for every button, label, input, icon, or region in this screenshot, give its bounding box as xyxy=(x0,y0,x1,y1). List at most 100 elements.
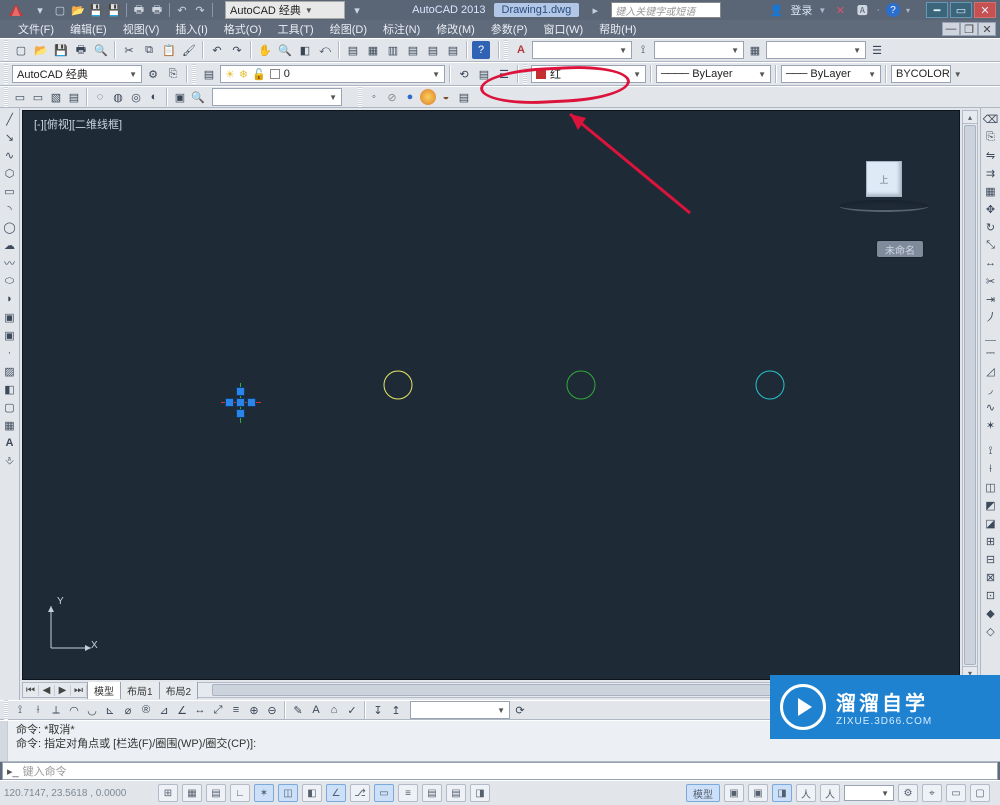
tb-props-icon[interactable]: ▤ xyxy=(344,41,362,59)
r2j-icon[interactable]: ◆ xyxy=(982,604,1000,622)
r2b-icon[interactable]: ⟊ xyxy=(982,460,1000,478)
mod-rotate-icon[interactable]: ↻ xyxy=(982,218,1000,236)
tb-preview-icon[interactable]: 🔍 xyxy=(92,41,110,59)
dim16-icon[interactable]: ✎ xyxy=(290,702,306,718)
r2f-icon[interactable]: ⊞ xyxy=(982,532,1000,550)
dim14-icon[interactable]: ⊕ xyxy=(246,702,262,718)
r2k-icon[interactable]: ◇ xyxy=(982,622,1000,640)
tool-ellarc-icon[interactable]: ◗ xyxy=(1,290,19,308)
dim5-icon[interactable]: ◡ xyxy=(84,702,100,718)
sb-dyn-icon[interactable]: ▭ xyxy=(374,784,394,802)
tb-undo-icon[interactable]: ↶ xyxy=(208,41,226,59)
linetype-dropdown[interactable]: ──── ByLayer ▼ xyxy=(656,65,771,83)
sb-r5-icon[interactable]: 人 xyxy=(820,784,840,802)
mod-explode-icon[interactable]: ✶ xyxy=(982,416,1000,434)
steering-wheel-chip[interactable]: 未命名 xyxy=(877,241,923,257)
sb-ducs-icon[interactable]: ⎇ xyxy=(350,784,370,802)
tool-circle-icon[interactable]: ◯ xyxy=(1,218,19,236)
mod-copy-icon[interactable]: ⎘ xyxy=(982,128,1000,146)
workspace-save-icon[interactable]: ⎘ xyxy=(164,65,182,83)
r2g-icon[interactable]: ⊟ xyxy=(982,550,1000,568)
tb-mlstyle-icon[interactable]: ☰ xyxy=(868,41,886,59)
v4-sun-icon[interactable]: ● xyxy=(420,89,436,105)
viewport-label[interactable]: [-][俯视][二维线框] xyxy=(31,115,125,133)
qat-plot-icon[interactable]: 🖶 xyxy=(131,2,147,18)
tb-match-icon[interactable]: 🖌 xyxy=(180,41,198,59)
annoscale-dropdown[interactable]: ▼ xyxy=(844,785,894,801)
sb-sc-icon[interactable]: ◨ xyxy=(470,784,490,802)
sb-r7-icon[interactable]: ⌖ xyxy=(922,784,942,802)
help-arrow[interactable]: ▾ xyxy=(906,6,910,15)
mod-move-icon[interactable]: ✥ xyxy=(982,200,1000,218)
tool-point-icon[interactable]: · xyxy=(1,344,19,362)
app-menu-arrow[interactable]: ▾ xyxy=(32,2,48,18)
menu-help[interactable]: 帮助(H) xyxy=(591,19,644,39)
dim12-icon[interactable]: ⤢ xyxy=(210,702,226,718)
menu-format[interactable]: 格式(O) xyxy=(216,19,270,39)
menu-modify[interactable]: 修改(M) xyxy=(428,19,483,39)
sb-otrack-icon[interactable]: ∠ xyxy=(326,784,346,802)
command-input[interactable]: ▸_键入命令 xyxy=(2,762,998,780)
tb-new-icon[interactable]: ▢ xyxy=(12,41,30,59)
tb-help-icon[interactable]: ? xyxy=(472,41,490,59)
textstyle-dropdown[interactable]: ▼ xyxy=(532,41,632,59)
viewcube[interactable]: 上 xyxy=(839,161,929,212)
dim18-icon[interactable]: ⌂ xyxy=(326,702,342,718)
mod-fillet-icon[interactable]: ◞ xyxy=(982,380,1000,398)
model-viewport[interactable]: [-][俯视][二维线框] 上 未命名 xyxy=(22,110,960,680)
v6-icon[interactable]: ▤ xyxy=(456,89,472,105)
sb-grid-icon[interactable]: ▤ xyxy=(206,784,226,802)
exchange-a-icon[interactable]: 🅰 xyxy=(854,2,870,18)
tool-line-icon[interactable]: ╱ xyxy=(1,110,19,128)
mod-join-icon[interactable]: ⎓ xyxy=(982,344,1000,362)
tb-paste-icon[interactable]: 📋 xyxy=(160,41,178,59)
qat-save-icon[interactable]: 💾 xyxy=(88,2,104,18)
lineweight-dropdown[interactable]: ─── ByLayer ▼ xyxy=(781,65,881,83)
workspace-bar-dropdown[interactable]: AutoCAD 经典▼ xyxy=(12,65,142,83)
layout1-tab[interactable]: 布局1 xyxy=(120,681,160,699)
dim2-icon[interactable]: ⟊ xyxy=(30,702,46,718)
sb-tpy-icon[interactable]: ▤ xyxy=(422,784,442,802)
signin-label[interactable]: 登录 xyxy=(790,2,812,18)
mdi-minimize-button[interactable]: — xyxy=(942,22,960,36)
u4-icon[interactable]: ▤ xyxy=(66,89,82,105)
menu-tools[interactable]: 工具(T) xyxy=(270,19,322,39)
u7-icon[interactable]: ◎ xyxy=(128,89,144,105)
layer-prev-icon[interactable]: ⟲ xyxy=(455,65,473,83)
u2-icon[interactable]: ▭ xyxy=(30,89,46,105)
autocad-logo[interactable] xyxy=(4,1,28,19)
menu-param[interactable]: 参数(P) xyxy=(483,19,536,39)
menu-draw[interactable]: 绘图(D) xyxy=(322,19,375,39)
window-minimize-button[interactable]: ━ xyxy=(926,2,948,18)
tool-arc-icon[interactable]: ◝ xyxy=(1,200,19,218)
mod-offset-icon[interactable]: ⇉ xyxy=(982,164,1000,182)
tb-dimstyle-icon[interactable]: ⟟ xyxy=(634,41,652,59)
u9-icon[interactable]: ▣ xyxy=(172,89,188,105)
u6-icon[interactable]: ◍ xyxy=(110,89,126,105)
tool-pline-icon[interactable]: ∿ xyxy=(1,146,19,164)
dim22-icon[interactable]: ⟳ xyxy=(512,702,528,718)
u3-icon[interactable]: ▧ xyxy=(48,89,64,105)
tab-nav-next[interactable]: ▶ xyxy=(55,685,71,696)
tb-save-icon[interactable]: 💾 xyxy=(52,41,70,59)
window-restore-button[interactable]: ▭ xyxy=(950,2,972,18)
dimstyle-bottom-dropdown[interactable]: ▼ xyxy=(410,701,510,719)
mod-array-icon[interactable]: ▦ xyxy=(982,182,1000,200)
tb-zoomrt-icon[interactable]: 🔍 xyxy=(276,41,294,59)
workspace-gear-icon[interactable]: ▾ xyxy=(349,2,365,18)
tablestyle-dropdown[interactable]: ▼ xyxy=(766,41,866,59)
tool-mtext-icon[interactable]: A xyxy=(1,434,19,452)
tool-hatch-icon[interactable]: ▨ xyxy=(1,362,19,380)
dim9-icon[interactable]: ⊿ xyxy=(156,702,172,718)
tb-toolpal-icon[interactable]: ▥ xyxy=(384,41,402,59)
sb-lwt-icon[interactable]: ≡ xyxy=(398,784,418,802)
tb-zoomp-icon[interactable]: ⤺ xyxy=(316,41,334,59)
v2-icon[interactable]: ⊘ xyxy=(384,89,400,105)
tb-open-icon[interactable]: 📂 xyxy=(32,41,50,59)
r2d-icon[interactable]: ◩ xyxy=(982,496,1000,514)
sb-3dosnap-icon[interactable]: ◧ xyxy=(302,784,322,802)
exchange-x-icon[interactable]: ✕ xyxy=(832,2,848,18)
menu-insert[interactable]: 插入(I) xyxy=(167,19,215,39)
sb-r2-icon[interactable]: ▣ xyxy=(748,784,768,802)
r2h-icon[interactable]: ⊠ xyxy=(982,568,1000,586)
